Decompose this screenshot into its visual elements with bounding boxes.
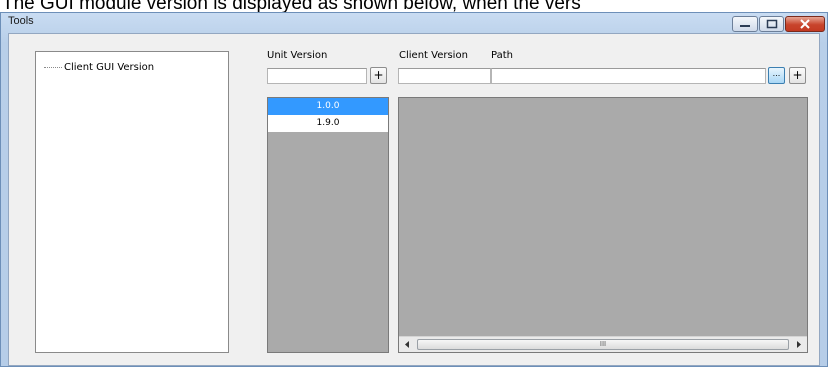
tree-view[interactable]: Client GUI Version — [35, 51, 229, 353]
tree-item-label: Client GUI Version — [64, 61, 155, 73]
arrow-right-icon — [797, 341, 801, 348]
unit-version-list[interactable]: 1.0.0 1.9.0 — [267, 97, 389, 353]
close-icon — [800, 19, 810, 29]
list-item[interactable]: 1.9.0 — [268, 115, 388, 132]
maximize-button[interactable] — [759, 16, 784, 32]
path-label: Path — [491, 50, 513, 61]
client-version-grid[interactable]: III — [398, 97, 808, 353]
maximize-icon — [766, 19, 777, 29]
minimize-icon — [740, 25, 750, 27]
scrollbar-thumb[interactable]: III — [417, 339, 789, 350]
unit-version-label: Unit Version — [267, 50, 328, 61]
client-version-input[interactable] — [398, 68, 491, 84]
add-unit-version-button[interactable]: + — [370, 67, 387, 84]
add-client-version-button[interactable]: + — [789, 67, 806, 84]
scroll-right-button[interactable] — [791, 337, 807, 352]
unit-version-input[interactable] — [267, 68, 367, 84]
path-input[interactable] — [491, 68, 766, 84]
arrow-left-icon — [405, 341, 409, 348]
client-area: Client GUI Version Unit Version Client V… — [8, 33, 820, 366]
tree-connector-line — [44, 66, 62, 68]
window-title: Tools — [8, 15, 34, 27]
tree-item-client-gui-version[interactable]: Client GUI Version — [44, 60, 154, 74]
horizontal-scrollbar[interactable]: III — [399, 336, 807, 352]
list-item-selected[interactable]: 1.0.0 — [268, 98, 388, 115]
browse-button[interactable]: ... — [768, 67, 785, 84]
close-button[interactable] — [785, 16, 825, 32]
tools-window: Tools Client GUI Version Unit Version Cl… — [0, 12, 828, 367]
client-version-label: Client Version — [399, 50, 468, 61]
title-bar[interactable]: Tools — [1, 13, 827, 33]
minimize-button[interactable] — [732, 16, 758, 32]
scroll-left-button[interactable] — [399, 337, 415, 352]
